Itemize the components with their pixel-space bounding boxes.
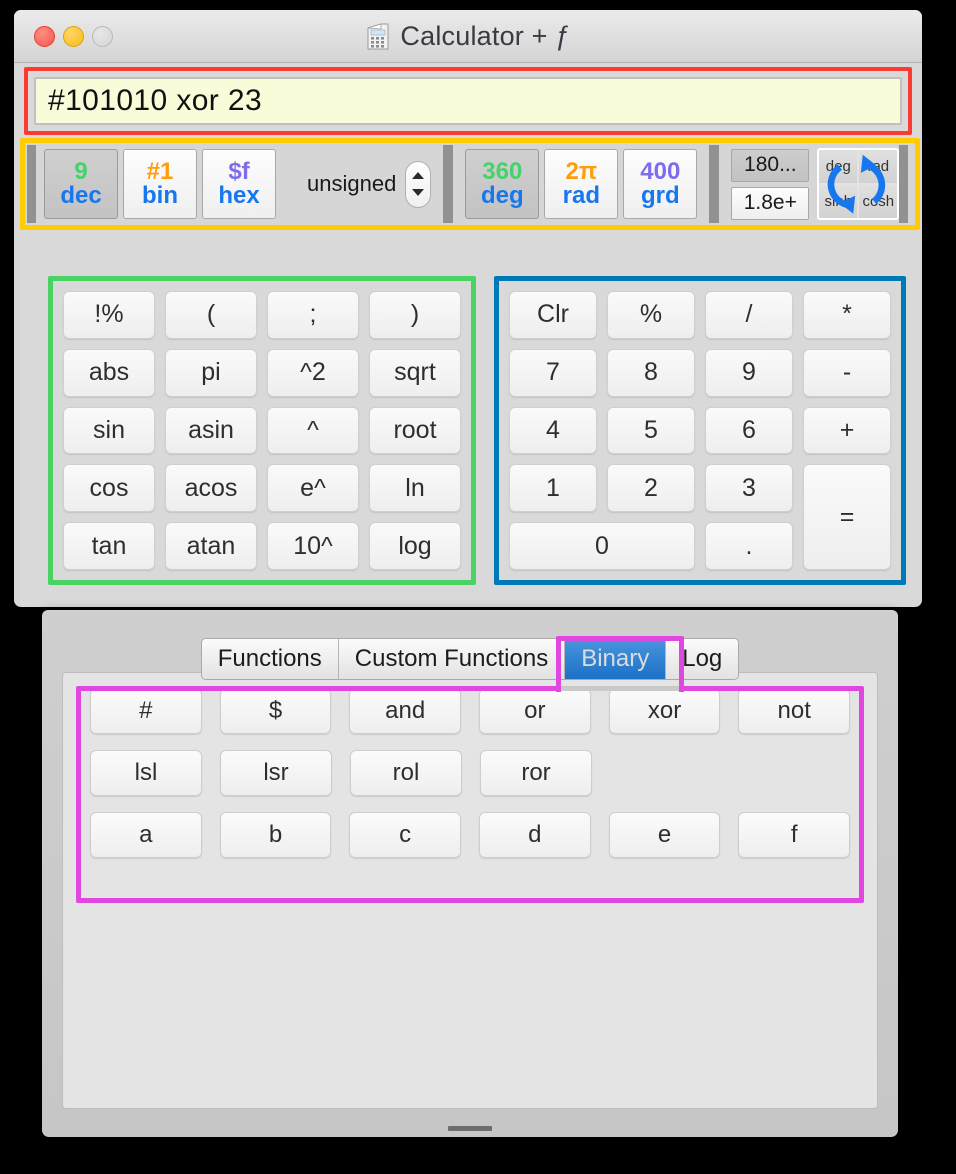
fn-key-acos[interactable]: acos (165, 464, 257, 513)
base-mode-bin-symbol: #1 (146, 157, 174, 185)
panel-tabbar: Functions Custom Functions Binary Log (42, 638, 898, 680)
annotation-joint (561, 686, 679, 691)
num-key-2[interactable]: 2 (607, 464, 695, 513)
toolbar-grip-right[interactable] (899, 145, 909, 223)
num-key-minus[interactable]: - (803, 348, 891, 397)
fn-key-fact-pct[interactable]: !% (63, 291, 155, 339)
angle-mode-grd[interactable]: 400 grd (623, 149, 698, 219)
title-bar[interactable]: Calculator + ƒ (14, 10, 922, 63)
hyperbolic-toggle[interactable]: deg rad sinh cosh (817, 148, 900, 220)
calculator-window: Calculator + ƒ #101010 xor 23 9 dec #1 b… (14, 10, 922, 607)
angle-mode-rad-symbol: 2π (565, 157, 598, 185)
num-key-4[interactable]: 4 (509, 406, 597, 455)
expression-input[interactable]: #101010 xor 23 (34, 77, 902, 125)
num-key-equals[interactable]: = (803, 464, 891, 570)
fn-key-semicolon[interactable]: ; (267, 291, 359, 339)
angle-mode-deg[interactable]: 360 deg (465, 149, 540, 219)
toolbar-grip-left[interactable] (27, 145, 36, 223)
numeric-pad: Clr % / * 7 8 9 - 4 5 6 + 1 2 3 = 0 . (504, 286, 896, 575)
num-key-8[interactable]: 8 (607, 348, 695, 397)
resize-grabber[interactable] (448, 1126, 492, 1131)
num-key-5[interactable]: 5 (607, 406, 695, 455)
chevron-down-icon[interactable] (412, 189, 425, 197)
angle-mode-deg-label: deg (480, 182, 524, 209)
tab-functions[interactable]: Functions (201, 639, 339, 679)
function-pad: !% ( ; ) abs pi ^2 sqrt sin asin ^ root … (58, 286, 466, 575)
fn-key-ten-power[interactable]: 10^ (267, 522, 359, 570)
num-key-6[interactable]: 6 (705, 406, 793, 455)
angle-mode-rad-label: rad (562, 182, 600, 209)
base-mode-bin-label: bin (142, 182, 178, 209)
num-key-1[interactable]: 1 (509, 464, 597, 513)
base-mode-dec-label: dec (60, 182, 102, 209)
binary-panel-annotation (76, 686, 864, 903)
notation-group: 180... 1.8e+ (723, 148, 817, 220)
base-mode-bin[interactable]: #1 bin (123, 149, 197, 219)
num-key-plus[interactable]: + (803, 406, 891, 455)
sign-mode-control[interactable]: unsigned (307, 160, 432, 208)
angle-mode-group: 360 deg 2π rad 400 grd (457, 145, 706, 223)
num-key-9[interactable]: 9 (705, 348, 793, 397)
num-key-0[interactable]: 0 (509, 522, 695, 570)
expression-annotation: #101010 xor 23 (24, 67, 912, 135)
hyp-cell-rad[interactable]: rad (859, 150, 898, 183)
num-key-decimal[interactable]: . (705, 522, 793, 570)
tab-custom-functions[interactable]: Custom Functions (338, 639, 566, 679)
keypads: !% ( ; ) abs pi ^2 sqrt sin asin ^ root … (14, 238, 922, 603)
angle-mode-grd-label: grd (640, 182, 680, 209)
num-key-7[interactable]: 7 (509, 348, 597, 397)
fn-key-close-paren[interactable]: ) (369, 291, 461, 339)
notation-scientific-button[interactable]: 1.8e+ (731, 186, 810, 220)
binary-tab-annotation (556, 636, 684, 692)
num-key-clear[interactable]: Clr (509, 291, 597, 339)
fn-key-tan[interactable]: tan (63, 522, 155, 570)
fn-key-atan[interactable]: atan (165, 522, 257, 570)
fn-key-exp[interactable]: e^ (267, 464, 359, 513)
function-pad-annotation: !% ( ; ) abs pi ^2 sqrt sin asin ^ root … (48, 276, 476, 585)
numeric-pad-annotation: Clr % / * 7 8 9 - 4 5 6 + 1 2 3 = 0 . (494, 276, 906, 585)
angle-mode-grd-symbol: 400 (640, 157, 681, 185)
num-key-3[interactable]: 3 (705, 464, 793, 513)
sign-mode-stepper[interactable] (405, 160, 432, 208)
angle-mode-deg-symbol: 360 (482, 157, 523, 185)
chevron-up-icon[interactable] (412, 171, 425, 179)
base-mode-dec[interactable]: 9 dec (44, 149, 118, 219)
base-mode-dec-symbol: 9 (74, 157, 88, 185)
fn-key-ln[interactable]: ln (369, 464, 461, 513)
notation-decimal-button[interactable]: 180... (731, 148, 810, 182)
base-mode-hex-symbol: $f (228, 157, 250, 185)
toolbar-divider (443, 145, 454, 223)
hyp-cell-cosh[interactable]: cosh (859, 185, 898, 218)
hyp-cell-sinh[interactable]: sinh (819, 185, 858, 218)
fn-key-root[interactable]: root (369, 406, 461, 455)
screen: Calculator + ƒ #101010 xor 23 9 dec #1 b… (0, 0, 956, 1174)
fn-key-asin[interactable]: asin (165, 406, 257, 455)
hyp-cell-deg[interactable]: deg (819, 150, 858, 183)
fn-key-square[interactable]: ^2 (267, 348, 359, 397)
title-group: Calculator + ƒ (14, 21, 922, 52)
hyperbolic-toggle-grid: deg rad sinh cosh (819, 150, 898, 218)
fn-key-cos[interactable]: cos (63, 464, 155, 513)
toolbar: 9 dec #1 bin $f hex unsigned 360 deg 2π … (25, 143, 915, 225)
fn-key-sqrt[interactable]: sqrt (369, 348, 461, 397)
fn-key-sin[interactable]: sin (63, 406, 155, 455)
fn-key-power[interactable]: ^ (267, 406, 359, 455)
window-title: Calculator + ƒ (400, 21, 571, 51)
fn-key-pi[interactable]: pi (165, 348, 257, 397)
base-mode-hex-label: hex (218, 182, 260, 209)
expression-value: #101010 xor 23 (48, 84, 263, 117)
num-key-percent[interactable]: % (607, 291, 695, 339)
calculator-icon (365, 22, 391, 51)
angle-mode-rad[interactable]: 2π rad (544, 149, 619, 219)
sign-mode-value: unsigned (307, 171, 397, 196)
fn-key-open-paren[interactable]: ( (165, 291, 257, 339)
num-key-multiply[interactable]: * (803, 291, 891, 339)
num-key-divide[interactable]: / (705, 291, 793, 339)
toolbar-divider-2 (709, 145, 720, 223)
base-mode-group: 9 dec #1 bin $f hex unsigned (36, 145, 440, 223)
toolbar-annotation: 9 dec #1 bin $f hex unsigned 360 deg 2π … (20, 138, 920, 230)
base-mode-hex[interactable]: $f hex (202, 149, 276, 219)
fn-key-log[interactable]: log (369, 522, 461, 570)
fn-key-abs[interactable]: abs (63, 348, 155, 397)
